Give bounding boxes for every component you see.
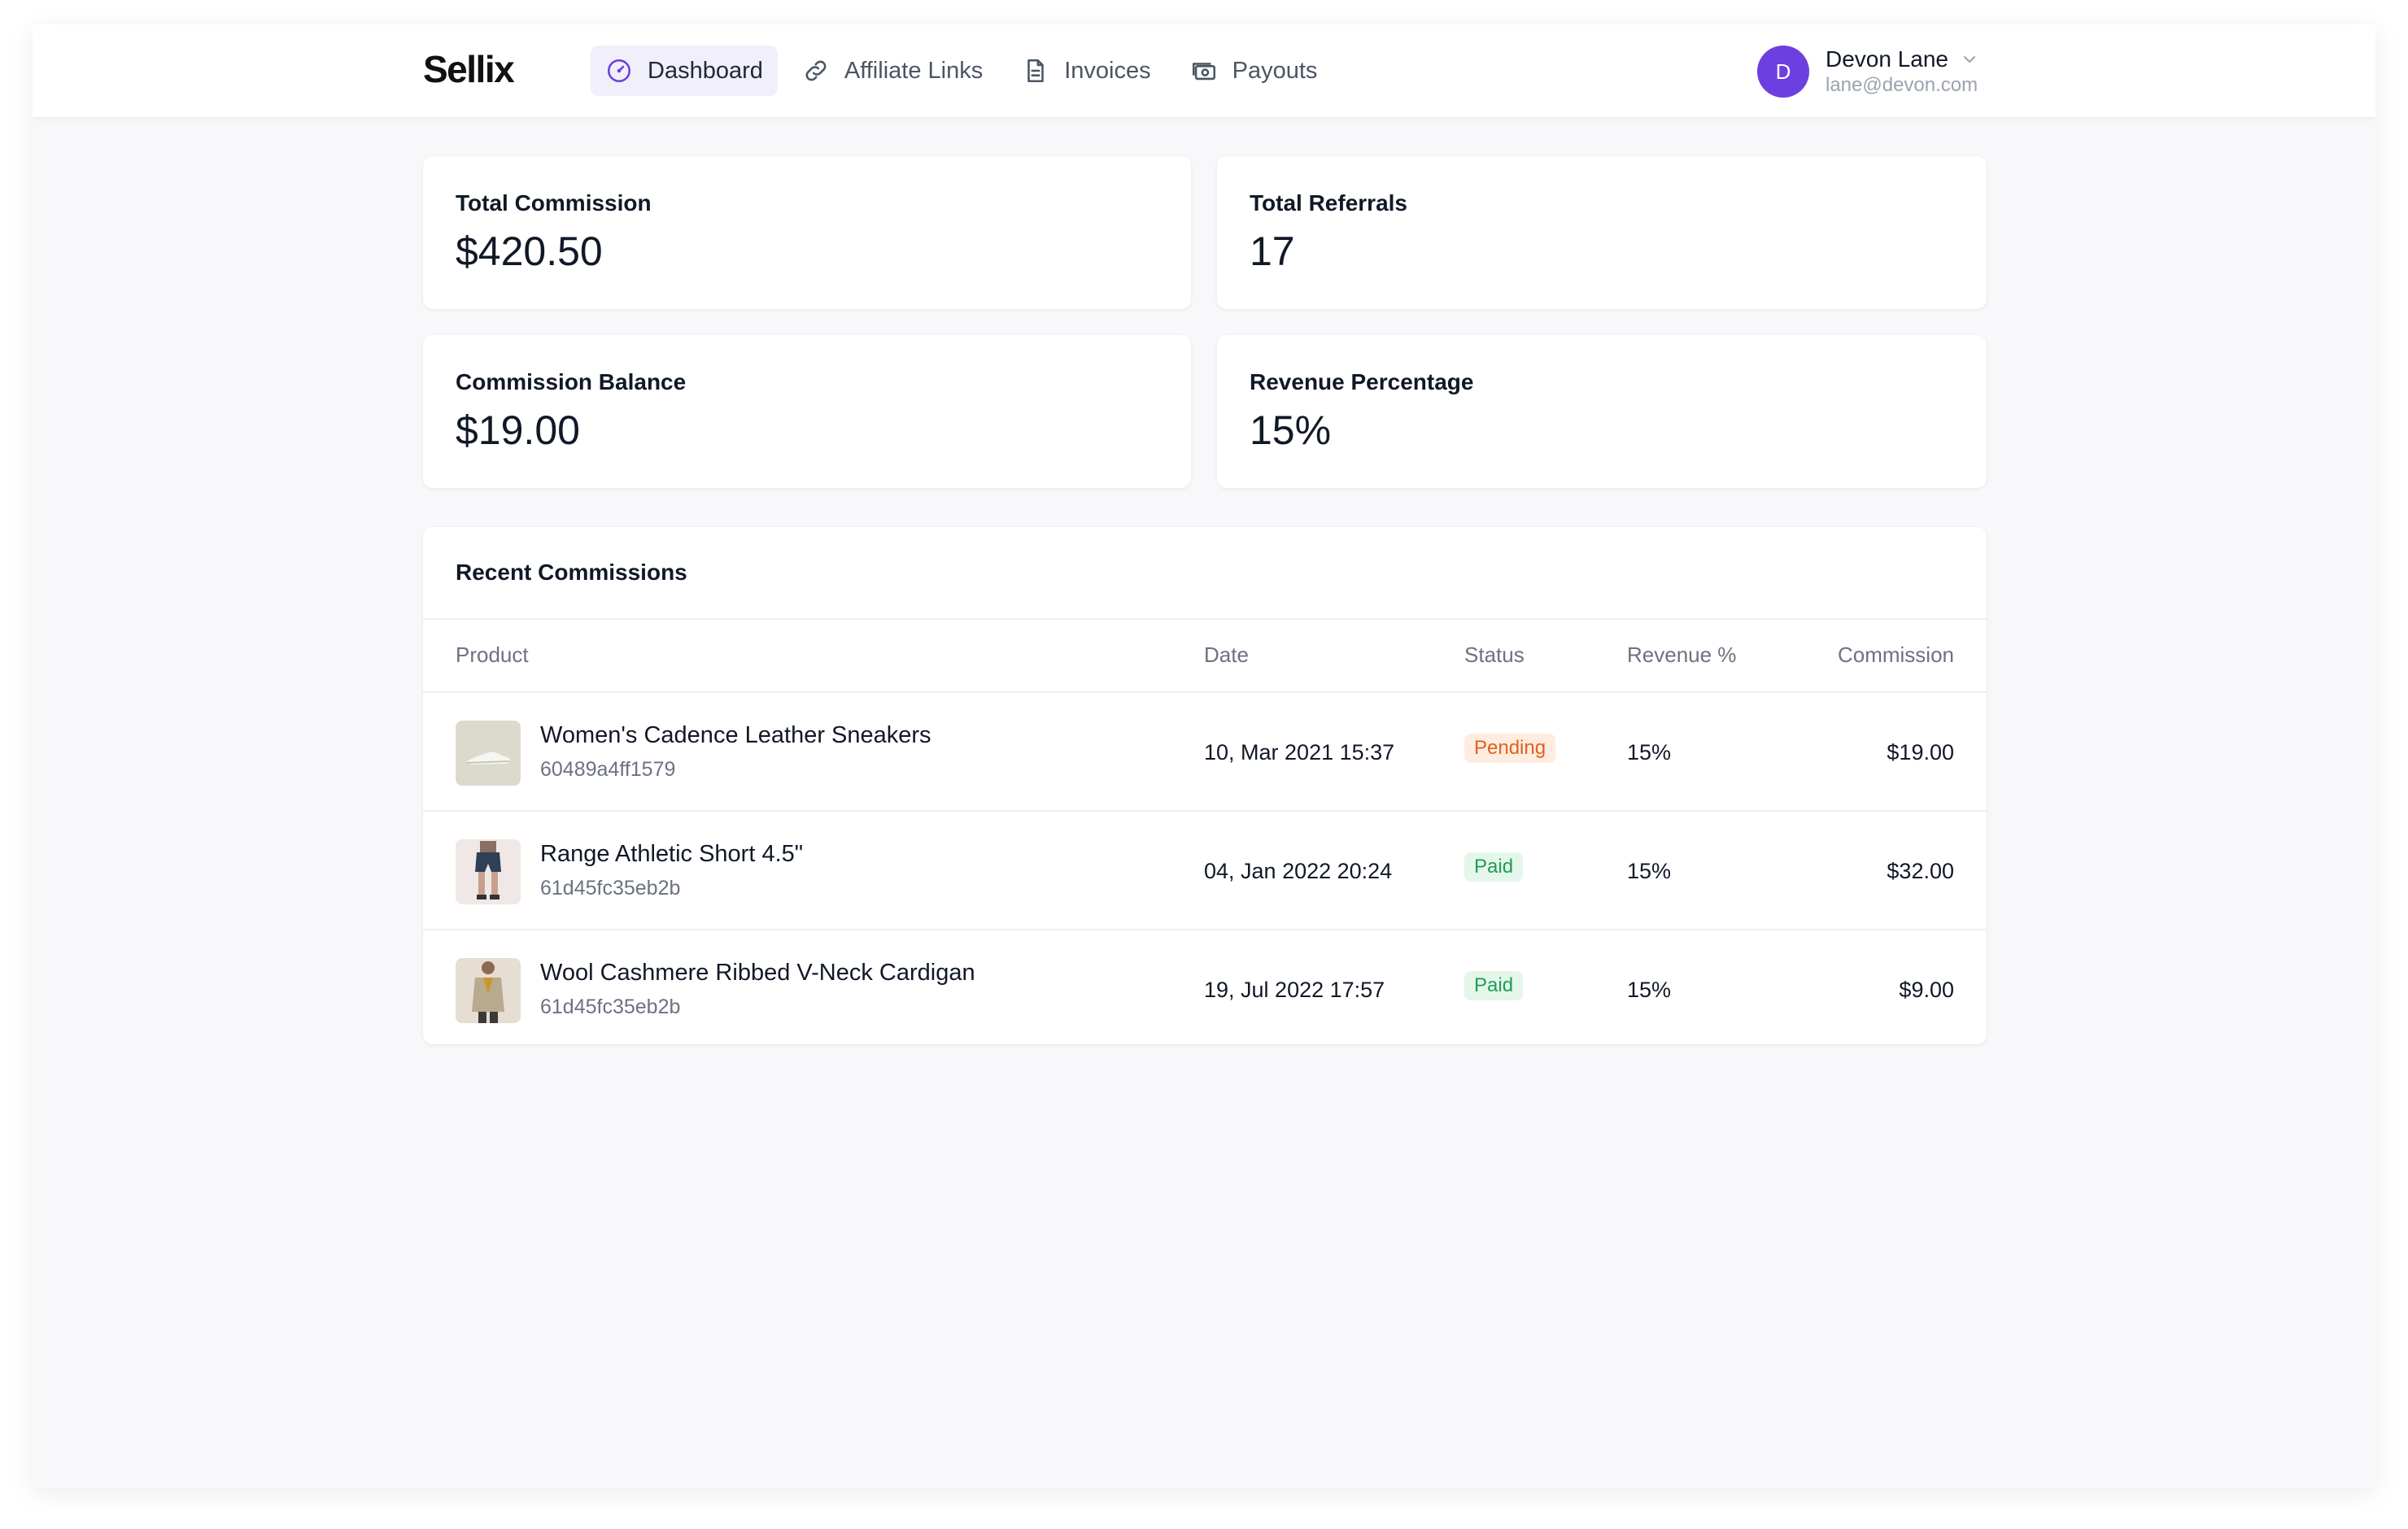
row-revenue: 15% (1627, 978, 1672, 1002)
row-date: 10, Mar 2021 15:37 (1204, 740, 1395, 764)
stat-value: $19.00 (456, 407, 580, 453)
dashboard-gauge-icon (607, 59, 631, 83)
chevron-down-icon (1964, 56, 1976, 63)
stat-card-revenue-percentage: Revenue Percentage 15% (1217, 335, 1987, 488)
product-id: 61d45fc35eb2b (540, 877, 681, 900)
main-nav: Dashboard Affiliate Links Invoices Payou… (591, 46, 1332, 96)
status-badge: Paid (1464, 852, 1524, 882)
stat-value: $420.50 (456, 229, 603, 274)
product-id: 60489a4ff1579 (540, 758, 676, 781)
user-email: lane@devon.com (1826, 74, 1978, 96)
row-commission: $32.00 (1887, 859, 1954, 883)
column-header-product[interactable]: Product (456, 643, 529, 668)
column-header-date[interactable]: Date (1204, 643, 1249, 668)
product-name[interactable]: Range Athletic Short 4.5" (540, 841, 803, 868)
row-date: 04, Jan 2022 20:24 (1204, 859, 1393, 883)
nav-item-label: Affiliate Links (844, 57, 984, 84)
recent-commissions-table: Recent Commissions Product Date Status R… (423, 527, 1987, 1044)
stat-card-total-referrals: Total Referrals 17 (1217, 156, 1987, 309)
product-name[interactable]: Wool Cashmere Ribbed V-Neck Cardigan (540, 960, 975, 987)
user-info: Devon Lane lane@devon.com (1826, 46, 1979, 97)
cash-icon (1192, 63, 1215, 81)
user-name: Devon Lane (1826, 46, 1949, 72)
row-commission: $19.00 (1887, 740, 1954, 764)
stat-value: 17 (1250, 229, 1295, 274)
stat-card-commission-balance: Commission Balance $19.00 (423, 335, 1191, 488)
status-badge: Paid (1464, 971, 1524, 1000)
user-menu[interactable]: D Devon Lane lane@devon.com (1757, 46, 1979, 98)
link-icon (805, 60, 827, 81)
app-window: Sellix Dashboard Affiliate Links Invoice… (33, 24, 2375, 1488)
stat-label: Total Referrals (1250, 190, 1407, 216)
top-navigation-bar: Sellix Dashboard Affiliate Links Invoice… (33, 24, 2375, 117)
nav-item-affiliate-links[interactable]: Affiliate Links (787, 46, 997, 96)
brand-logo[interactable]: Sellix (423, 47, 515, 91)
product-name[interactable]: Women's Cadence Leather Sneakers (540, 722, 931, 749)
nav-item-dashboard[interactable]: Dashboard (591, 46, 778, 96)
stat-label: Total Commission (456, 190, 652, 216)
stat-label: Commission Balance (456, 369, 687, 394)
column-header-status[interactable]: Status (1464, 643, 1525, 668)
row-date: 19, Jul 2022 17:57 (1204, 978, 1385, 1002)
stat-card-total-commission: Total Commission $420.50 (423, 156, 1191, 309)
row-revenue: 15% (1627, 859, 1672, 883)
stat-label: Revenue Percentage (1250, 369, 1474, 394)
nav-item-label: Dashboard (648, 57, 763, 84)
nav-item-label: Payouts (1232, 57, 1318, 84)
product-thumbnail (456, 839, 521, 904)
document-icon (1027, 59, 1044, 83)
status-badge: Pending (1464, 734, 1556, 763)
row-commission: $9.00 (1899, 978, 1954, 1002)
divider (423, 618, 1987, 620)
nav-item-invoices[interactable]: Invoices (1007, 46, 1165, 96)
product-id: 61d45fc35eb2b (540, 995, 681, 1018)
table-row[interactable]: Wool Cashmere Ribbed V-Neck Cardigan 61d… (423, 930, 1987, 1044)
nav-item-label: Invoices (1064, 57, 1151, 84)
product-thumbnail (456, 958, 521, 1023)
table-row[interactable]: Women's Cadence Leather Sneakers 60489a4… (423, 693, 1987, 810)
user-name-row: Devon Lane (1826, 46, 1979, 72)
table-row[interactable]: Range Athletic Short 4.5" 61d45fc35eb2b … (423, 812, 1987, 929)
product-thumbnail (456, 721, 521, 786)
column-header-revenue[interactable]: Revenue % (1627, 643, 1736, 668)
column-header-commission[interactable]: Commission (1838, 643, 1954, 668)
table-title: Recent Commissions (456, 560, 687, 585)
row-revenue: 15% (1627, 740, 1672, 764)
nav-item-payouts[interactable]: Payouts (1176, 46, 1333, 96)
stat-value: 15% (1250, 407, 1332, 453)
avatar: D (1757, 46, 1809, 98)
